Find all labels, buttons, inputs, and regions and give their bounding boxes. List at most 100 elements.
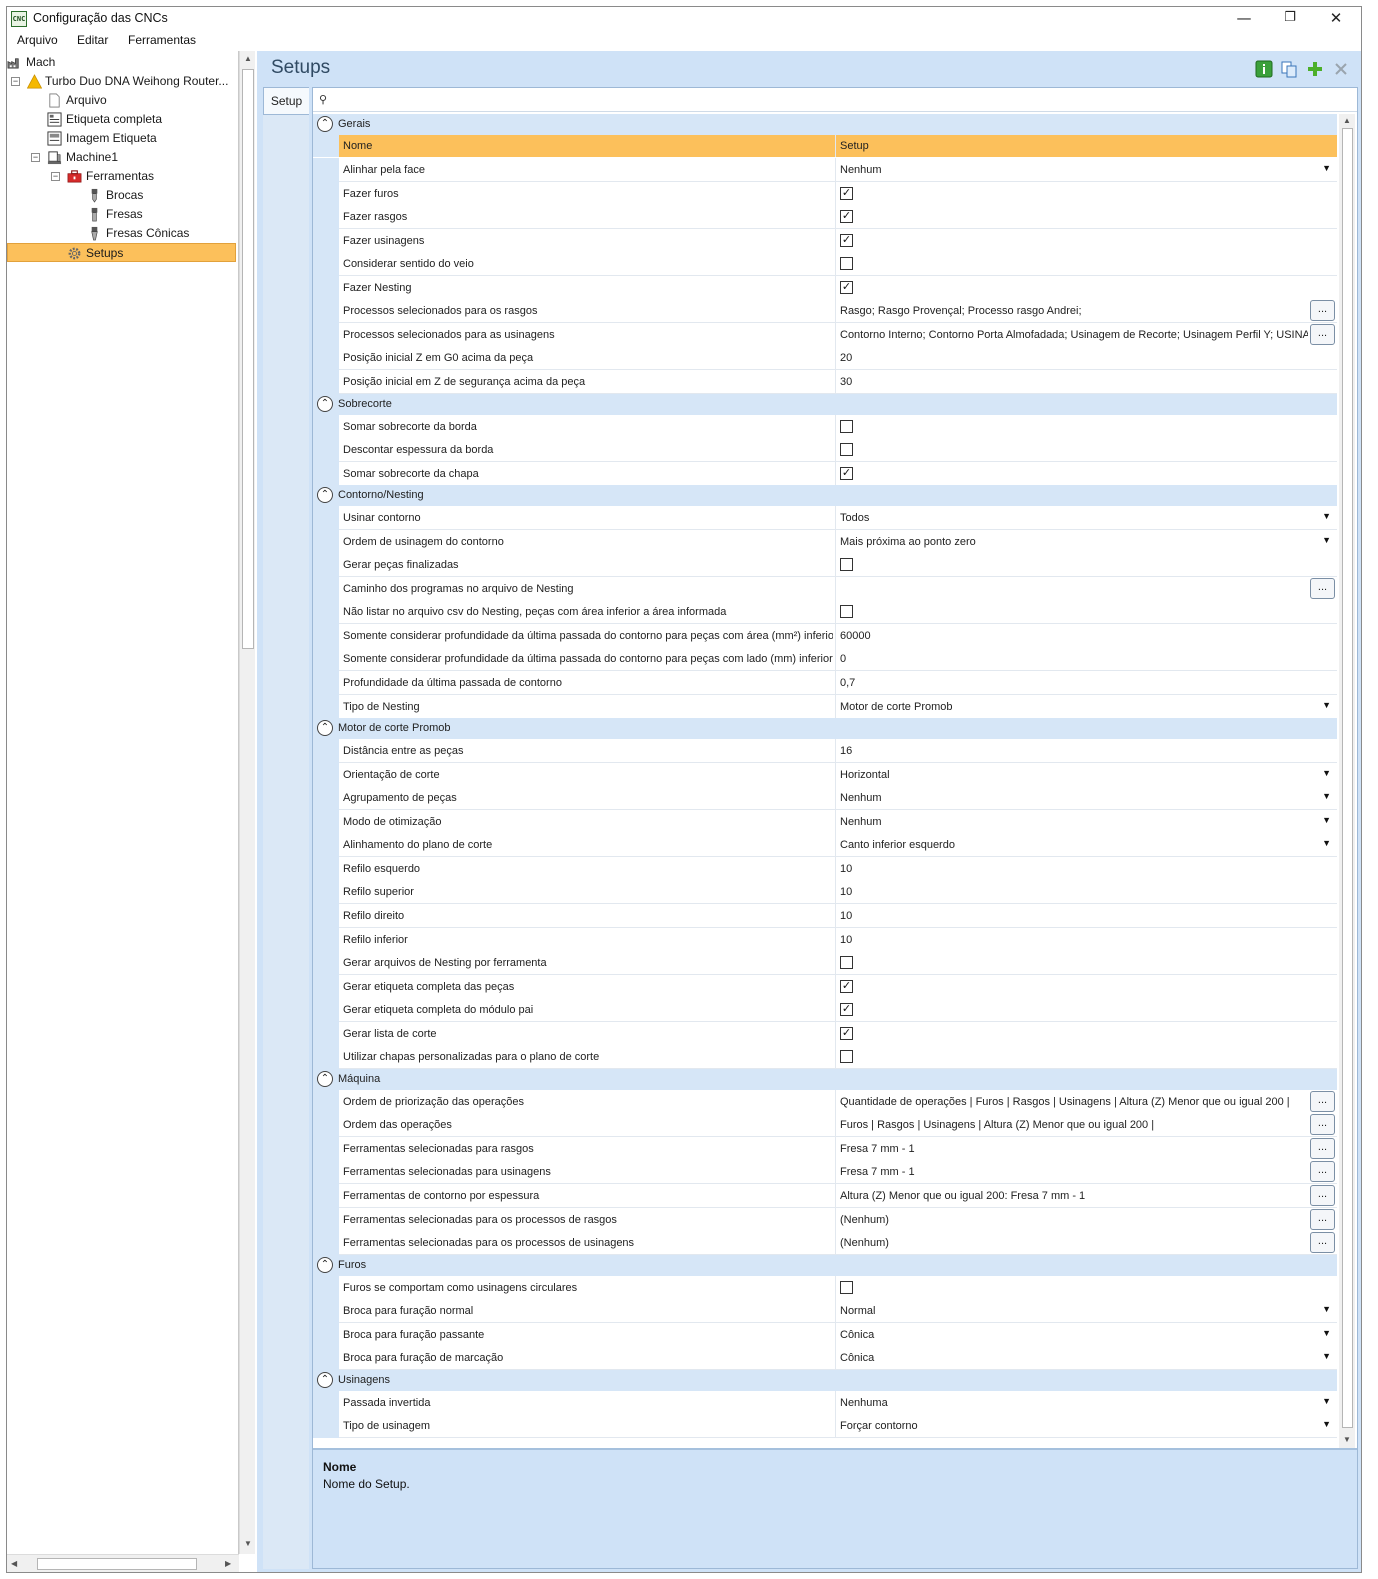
property-value[interactable]: Nenhuma [840, 1397, 1308, 1409]
collapse-category-icon[interactable]: ⌃ [317, 487, 333, 504]
collapse-category-icon[interactable]: ⌃ [317, 1371, 333, 1388]
add-icon[interactable] [1306, 60, 1324, 78]
property-value[interactable]: Rasgo; Rasgo Provençal; Processo rasgo A… [840, 305, 1308, 317]
property-row[interactable]: Refilo esquerdo 10 [313, 856, 1337, 881]
property-row[interactable]: Descontar espessura da borda [313, 438, 1337, 463]
property-value[interactable]: 10 [840, 910, 1308, 922]
ellipsis-button[interactable]: ... [1310, 323, 1335, 345]
chevron-down-icon[interactable]: ▼ [1322, 815, 1331, 825]
scroll-thumb[interactable] [242, 69, 254, 649]
maximize-button[interactable]: ❐ [1267, 7, 1313, 31]
tree-item-brocas[interactable]: Brocas [87, 186, 237, 205]
tree-item-imagem-etiqueta[interactable]: Imagem Etiqueta [47, 129, 237, 148]
chevron-down-icon[interactable]: ▼ [1322, 163, 1331, 173]
property-row[interactable]: Furos se comportam como usinagens circul… [313, 1275, 1337, 1300]
property-row[interactable]: Não listar no arquivo csv do Nesting, pe… [313, 600, 1337, 625]
property-value[interactable]: (Nenhum) [840, 1214, 1308, 1226]
property-row[interactable]: Ferramentas selecionadas para os process… [313, 1207, 1337, 1232]
property-row[interactable]: Profundidade da última passada de contor… [313, 671, 1337, 695]
property-row[interactable]: Ferramentas de contorno por espessura Alt… [313, 1184, 1337, 1208]
checkbox-checked[interactable]: ✓ [840, 979, 853, 993]
ellipsis-button[interactable]: ... [1310, 1114, 1335, 1136]
category-row[interactable]: ⌃ Máquina [313, 1068, 1337, 1090]
property-row[interactable]: Ferramentas selecionadas para usinagens F… [313, 1160, 1337, 1185]
checkbox-unchecked[interactable] [840, 1050, 853, 1064]
property-row[interactable]: Distância entre as peças 16 [313, 739, 1337, 764]
property-value[interactable]: Forçar contorno [840, 1420, 1308, 1432]
ellipsis-button[interactable]: ... [1310, 300, 1335, 322]
checkbox-checked[interactable]: ✓ [840, 280, 853, 294]
property-value[interactable]: Nenhum [840, 792, 1308, 804]
checkbox-unchecked[interactable] [840, 257, 853, 271]
ellipsis-button[interactable]: ... [1310, 1185, 1335, 1206]
minimize-button[interactable]: — [1221, 7, 1267, 31]
property-value[interactable]: 10 [840, 934, 1308, 946]
tree-item-turbo-duo[interactable]: Turbo Duo DNA Weihong Router... [27, 72, 237, 91]
category-row[interactable]: ⌃ Furos [313, 1254, 1337, 1276]
delete-icon[interactable] [1332, 60, 1350, 78]
chevron-down-icon[interactable]: ▼ [1322, 1328, 1331, 1338]
category-row[interactable]: ⌃ Gerais [313, 114, 1337, 135]
chevron-down-icon[interactable]: ▼ [1322, 535, 1331, 545]
category-row[interactable]: ⌃ Usinagens [313, 1369, 1337, 1391]
property-value[interactable]: Nenhum [840, 816, 1308, 828]
tree-horizontal-scrollbar[interactable]: ◀ ▶ [7, 1554, 239, 1572]
category-row[interactable]: ⌃ Contorno/Nesting [313, 485, 1337, 507]
property-row[interactable]: Caminho dos programas no arquivo de Nest… [313, 576, 1337, 601]
chevron-down-icon[interactable]: ▼ [1322, 768, 1331, 778]
ellipsis-button[interactable]: ... [1310, 577, 1335, 599]
scroll-right-arrow-icon[interactable]: ▶ [225, 1559, 231, 1568]
property-row[interactable]: Fazer Nesting ✓ [313, 275, 1337, 300]
property-row[interactable]: Alinhar pela face Nenhum ▼ [313, 158, 1337, 182]
property-row[interactable]: Gerar arquivos de Nesting por ferramenta [313, 951, 1337, 976]
menu-arquivo[interactable]: Arquivo [17, 33, 58, 47]
property-row[interactable]: Somente considerar profundidade da últim… [313, 647, 1337, 672]
property-value[interactable]: 30 [840, 376, 1308, 388]
property-value[interactable]: Cônica [840, 1352, 1308, 1364]
property-row[interactable]: Refilo direito 10 [313, 903, 1337, 928]
property-row[interactable]: Broca para furação de marcação Cônica ▼ [313, 1346, 1337, 1371]
tree-vertical-scrollbar[interactable]: ▲ ▼ [239, 51, 255, 1554]
checkbox-checked[interactable]: ✓ [840, 1003, 853, 1017]
property-value[interactable]: 10 [840, 886, 1308, 898]
menu-editar[interactable]: Editar [77, 33, 108, 47]
tree-item-etiqueta-completa[interactable]: Etiqueta completa [47, 110, 237, 129]
scroll-up-arrow-icon[interactable]: ▲ [1343, 116, 1351, 125]
ellipsis-button[interactable]: ... [1310, 1208, 1335, 1230]
property-row[interactable]: Broca para furação passante Cônica ▼ [313, 1322, 1337, 1347]
property-row[interactable]: Considerar sentido do veio [313, 252, 1337, 277]
close-button[interactable]: ✕ [1313, 7, 1359, 31]
chevron-down-icon[interactable]: ▼ [1322, 791, 1331, 801]
property-value[interactable]: Todos [840, 512, 1308, 524]
property-row[interactable]: Utilizar chapas personalizadas para o pl… [313, 1045, 1337, 1070]
chevron-down-icon[interactable]: ▼ [1322, 1419, 1331, 1429]
property-row[interactable]: Ordem das operações Furos | Rasgos | Usin… [313, 1113, 1337, 1138]
property-row[interactable]: Usinar contorno Todos ▼ [313, 506, 1337, 531]
checkbox-unchecked[interactable] [840, 443, 853, 457]
chevron-down-icon[interactable]: ▼ [1322, 838, 1331, 848]
property-row[interactable]: Ferramentas selecionadas para os process… [313, 1231, 1337, 1256]
ellipsis-button[interactable]: ... [1310, 1161, 1335, 1183]
property-row[interactable]: Agrupamento de peças Nenhum ▼ [313, 786, 1337, 811]
checkbox-checked[interactable]: ✓ [840, 466, 853, 480]
chevron-down-icon[interactable]: ▼ [1322, 1351, 1331, 1361]
property-row[interactable]: Tipo de usinagem Forçar contorno ▼ [313, 1414, 1337, 1439]
property-row[interactable]: Processos selecionados para os rasgos Ras… [313, 299, 1337, 324]
property-value[interactable]: (Nenhum) [840, 1237, 1308, 1249]
scroll-thumb[interactable] [37, 1558, 197, 1570]
property-row[interactable]: Somar sobrecorte da chapa ✓ [313, 461, 1337, 486]
property-row[interactable]: Gerar lista de corte ✓ [313, 1021, 1337, 1046]
property-value[interactable]: Contorno Interno; Contorno Porta Almofad… [840, 329, 1308, 341]
tree-item-fresas[interactable]: Fresas [87, 205, 237, 224]
checkbox-checked[interactable]: ✓ [840, 233, 853, 247]
property-row[interactable]: Somente considerar profundidade da últim… [313, 623, 1337, 648]
property-value[interactable]: Fresa 7 mm - 1 [840, 1166, 1308, 1178]
collapse-toggle[interactable]: − [51, 172, 60, 181]
collapse-toggle[interactable]: − [11, 77, 20, 86]
chevron-down-icon[interactable]: ▼ [1322, 700, 1331, 710]
checkbox-checked[interactable]: ✓ [840, 210, 853, 224]
scroll-down-arrow-icon[interactable]: ▼ [1343, 1435, 1351, 1444]
category-row[interactable]: ⌃ Motor de corte Promob [313, 718, 1337, 740]
checkbox-unchecked[interactable] [840, 1280, 853, 1294]
copy-icon[interactable] [1280, 60, 1298, 78]
